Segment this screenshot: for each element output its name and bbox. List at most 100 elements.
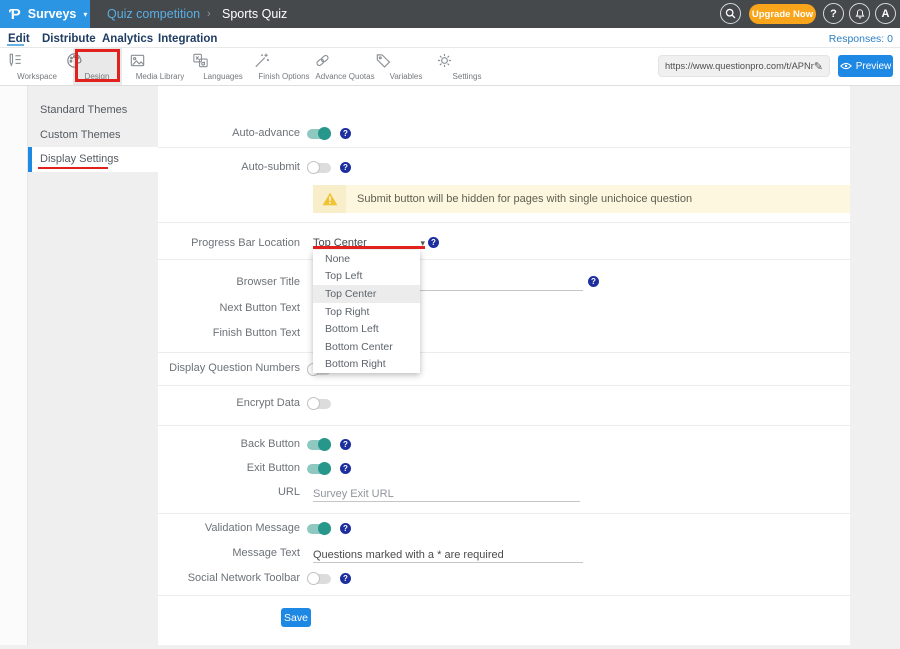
exit-button-help-icon[interactable]: ? (340, 463, 351, 474)
avatar-initial: A (882, 8, 890, 20)
translate-icon (191, 51, 255, 71)
exit-url-input[interactable] (313, 486, 580, 502)
toolbar-item-media-library[interactable]: Media Library (128, 51, 192, 81)
bell-icon (854, 4, 866, 24)
toolbar-item-label: Languages (191, 72, 255, 81)
toolbar-item-workspace[interactable]: Workspace (5, 51, 69, 81)
toolbar-item-label: Variables (374, 72, 438, 81)
save-button[interactable]: Save (281, 608, 311, 627)
progress-bar-location-dropdown: None Top Left Top Center Top Right Botto… (313, 250, 420, 373)
back-button-help-icon[interactable]: ? (340, 439, 351, 450)
toolbar-item-label: Media Library (128, 72, 192, 81)
chevron-down-icon: ▾ (83, 10, 87, 19)
search-button[interactable] (720, 3, 741, 24)
dropdown-option-bottom-center[interactable]: Bottom Center (313, 338, 420, 356)
divider (158, 352, 850, 353)
preview-label: Preview (856, 61, 892, 72)
edit-url-pencil-icon[interactable]: ✎ (814, 60, 823, 73)
exit-button-toggle[interactable] (307, 462, 331, 475)
questionpro-logo: Ƥ (9, 6, 21, 23)
toolbar-item-label: Design (65, 72, 129, 81)
exit-button-label: Exit Button (0, 462, 300, 475)
toolbar-item-advance-quotas[interactable]: Advance Quotas (313, 51, 377, 81)
browser-title-help-icon[interactable]: ? (588, 276, 599, 287)
back-button-toggle[interactable] (307, 438, 331, 451)
browser-title-label: Browser Title (0, 276, 300, 289)
toolbar-item-finish-options[interactable]: Finish Options (252, 51, 316, 81)
toolbar-item-settings[interactable]: Settings (435, 51, 499, 81)
tag-icon (374, 51, 438, 71)
tab-distribute[interactable]: Distribute (42, 33, 96, 45)
toolbar-item-label: Workspace (5, 72, 69, 81)
toolbar-item-label: Settings (435, 72, 499, 81)
dropdown-option-none[interactable]: None (313, 250, 420, 268)
preview-button[interactable]: Preview (838, 55, 893, 77)
survey-url-field[interactable]: https://www.questionpro.com/t/APNrFZ ✎ (658, 55, 830, 77)
back-button-label: Back Button (0, 438, 300, 451)
toolbar-item-design[interactable]: Design (65, 51, 129, 81)
survey-url-text: https://www.questionpro.com/t/APNrFZ (665, 61, 814, 71)
tab-integration[interactable]: Integration (158, 33, 217, 45)
encrypt-data-label: Encrypt Data (0, 397, 300, 410)
divider (158, 147, 850, 148)
upgrade-now-label: Upgrade Now (752, 9, 813, 20)
magic-wand-icon (252, 51, 316, 71)
auto-advance-label: Auto-advance (0, 127, 300, 140)
divider (158, 222, 850, 223)
divider (158, 385, 850, 386)
validation-message-help-icon[interactable]: ? (340, 523, 351, 534)
tab-analytics[interactable]: Analytics (102, 33, 153, 45)
message-text-label: Message Text (0, 547, 300, 560)
social-network-toolbar-label: Social Network Toolbar (0, 572, 300, 585)
display-settings-annotation-underline (38, 167, 108, 169)
image-icon (128, 51, 192, 71)
toolbar-item-label: Advance Quotas (313, 72, 377, 81)
dropdown-option-bottom-left[interactable]: Bottom Left (313, 320, 420, 338)
toolbar-item-languages[interactable]: Languages (191, 51, 255, 81)
surveys-menu-label: Surveys (28, 7, 77, 21)
auto-submit-help-icon[interactable]: ? (340, 162, 351, 173)
progress-bar-help-icon[interactable]: ? (428, 237, 439, 248)
surveys-menu[interactable]: Ƥ Surveys ▾ (0, 0, 90, 28)
upgrade-now-button[interactable]: Upgrade Now (749, 4, 816, 24)
top-bar: Ƥ Surveys ▾ Quiz competition › Sports Qu… (0, 0, 900, 28)
toolbar-item-label: Finish Options (252, 72, 316, 81)
sidebar-item-standard-themes[interactable]: Standard Themes (28, 98, 158, 123)
help-button[interactable]: ? (823, 3, 844, 24)
validation-message-toggle[interactable] (307, 522, 331, 535)
next-button-text-label: Next Button Text (0, 302, 300, 315)
avatar[interactable]: A (875, 3, 896, 24)
encrypt-data-toggle[interactable] (307, 397, 331, 410)
breadcrumb-parent[interactable]: Quiz competition (107, 0, 200, 28)
social-network-toolbar-toggle[interactable] (307, 572, 331, 585)
active-tab-underline (7, 44, 24, 46)
auto-submit-toggle[interactable] (307, 161, 331, 174)
social-network-toolbar-help-icon[interactable]: ? (340, 573, 351, 584)
app-window: Ƥ Surveys ▾ Quiz competition › Sports Qu… (0, 0, 900, 649)
notifications-button[interactable] (849, 3, 870, 24)
dropdown-option-top-right[interactable]: Top Right (313, 303, 420, 321)
responses-count: Responses: 0 (829, 33, 893, 45)
message-text-input[interactable] (313, 547, 583, 563)
auto-advance-toggle[interactable] (307, 127, 331, 140)
validation-message-label: Validation Message (0, 522, 300, 535)
dropdown-option-top-left[interactable]: Top Left (313, 268, 420, 286)
divider (158, 595, 850, 596)
auto-submit-warning: Submit button will be hidden for pages w… (313, 185, 850, 213)
finish-button-text-label: Finish Button Text (0, 327, 300, 340)
auto-advance-help-icon[interactable]: ? (340, 128, 351, 139)
eye-icon (840, 56, 852, 76)
search-icon (724, 4, 737, 24)
divider (158, 425, 850, 426)
question-mark-icon: ? (830, 8, 837, 20)
breadcrumb-current: Sports Quiz (222, 0, 287, 28)
progress-bar-location-label: Progress Bar Location (0, 237, 300, 250)
dropdown-option-top-center[interactable]: Top Center (313, 285, 420, 303)
toolbar-item-variables[interactable]: Variables (374, 51, 438, 81)
palette-icon (65, 51, 129, 71)
exit-url-label: URL (0, 486, 300, 499)
divider (158, 259, 850, 260)
breadcrumb-separator-icon: › (207, 0, 211, 28)
dropdown-option-bottom-right[interactable]: Bottom Right (313, 355, 420, 373)
workspace-icon (5, 51, 69, 71)
